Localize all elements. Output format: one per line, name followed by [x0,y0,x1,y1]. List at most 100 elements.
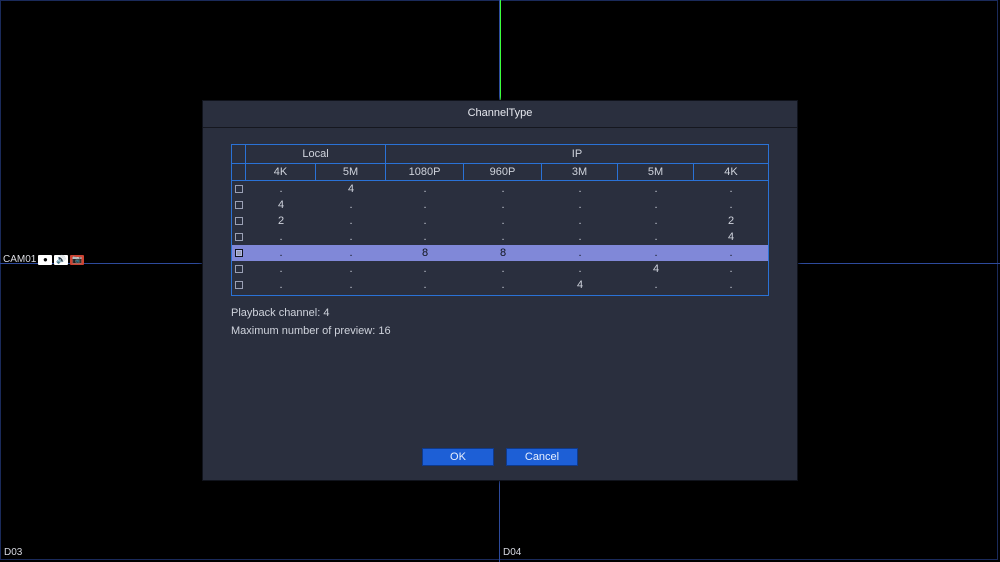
table-column-header: 4K 5M 1080P 960P 3M 5M 4K [232,163,768,181]
max-preview-info: Maximum number of preview: 16 [231,322,769,340]
table-cell: . [542,247,618,259]
table-cell: . [386,215,464,227]
col-header: 5M [316,164,386,180]
row-checkbox-cell[interactable] [232,281,246,289]
table-cell: . [618,199,694,211]
table-cell: 8 [464,247,542,259]
table-cell: 4 [694,231,768,243]
row-checkbox[interactable] [235,281,243,289]
channel-label-d04: D04 [503,547,521,558]
table-cell: . [464,263,542,275]
table-cell: . [464,215,542,227]
dialog-separator [203,127,797,128]
row-checkbox[interactable] [235,265,243,273]
table-row[interactable]: ......4 [232,229,768,245]
record-icon: ● [38,255,52,265]
col-header: 5M [618,164,694,180]
table-cell: . [542,231,618,243]
table-cell: . [386,183,464,195]
info-section: Playback channel: 4 Maximum number of pr… [231,304,769,340]
row-checkbox[interactable] [235,233,243,241]
row-checkbox[interactable] [235,249,243,257]
snapshot-icon: 📷 [70,255,84,265]
table-cell: 8 [386,247,464,259]
table-cell: . [246,263,316,275]
cancel-button[interactable]: Cancel [506,448,578,466]
camera-name: CAM01 [3,254,36,265]
table-cell: . [618,279,694,291]
table-cell: . [542,199,618,211]
table-cell: . [542,183,618,195]
camera-label: CAM01 ● 🔊 📷 [3,254,84,265]
checkbox-column-spacer [232,164,246,180]
dialog-title: ChannelType [203,101,797,127]
table-cell: . [246,279,316,291]
table-cell: 4 [542,279,618,291]
row-checkbox-cell[interactable] [232,265,246,273]
table-row[interactable]: .....4. [232,261,768,277]
row-checkbox[interactable] [235,185,243,193]
table-cell: . [618,183,694,195]
table-cell: . [386,263,464,275]
table-cell: . [316,263,386,275]
row-checkbox-cell[interactable] [232,185,246,193]
table-cell: . [316,215,386,227]
table-cell: 4 [246,199,316,211]
row-checkbox-cell[interactable] [232,201,246,209]
dialog-body: Local IP 4K 5M 1080P 960P 3M 5M 4K .4...… [203,144,797,438]
playback-channel-info: Playback channel: 4 [231,304,769,322]
group-header-local: Local [246,145,386,163]
table-cell: . [316,279,386,291]
table-cell: 4 [316,183,386,195]
table-cell: 2 [246,215,316,227]
checkbox-column-spacer [232,145,246,163]
col-header: 960P [464,164,542,180]
table-cell: . [694,183,768,195]
table-cell: . [542,215,618,227]
channel-label-d03: D03 [4,547,22,558]
table-cell: . [694,199,768,211]
table-cell: . [694,263,768,275]
col-header: 4K [246,164,316,180]
table-cell: . [618,215,694,227]
col-header: 4K [694,164,768,180]
table-cell: . [464,231,542,243]
table-cell: . [246,231,316,243]
channel-type-table: Local IP 4K 5M 1080P 960P 3M 5M 4K .4...… [231,144,769,296]
row-checkbox[interactable] [235,201,243,209]
table-cell: . [386,231,464,243]
table-row[interactable]: 2.....2 [232,213,768,229]
table-group-header: Local IP [232,145,768,163]
table-cell: . [618,231,694,243]
table-row[interactable]: ..88... [232,245,768,261]
table-cell: 4 [618,263,694,275]
table-row[interactable]: 4...... [232,197,768,213]
table-cell: 2 [694,215,768,227]
table-row[interactable]: ....4.. [232,277,768,293]
col-header: 1080P [386,164,464,180]
table-cell: . [386,199,464,211]
audio-icon: 🔊 [54,255,68,265]
dialog-footer: OK Cancel [203,438,797,480]
table-cell: . [464,199,542,211]
row-checkbox-cell[interactable] [232,217,246,225]
table-cell: . [316,231,386,243]
group-header-ip: IP [386,145,768,163]
ok-button[interactable]: OK [422,448,494,466]
table-cell: . [316,247,386,259]
table-cell: . [386,279,464,291]
table-body: .4.....4......2.....2......4..88........… [232,181,768,295]
table-cell: . [618,247,694,259]
table-cell: . [694,279,768,291]
table-cell: . [246,183,316,195]
row-checkbox-cell[interactable] [232,249,246,257]
table-cell: . [246,247,316,259]
row-checkbox[interactable] [235,217,243,225]
table-cell: . [316,199,386,211]
table-row[interactable]: .4..... [232,181,768,197]
row-checkbox-cell[interactable] [232,233,246,241]
table-cell: . [464,279,542,291]
table-cell: . [464,183,542,195]
col-header: 3M [542,164,618,180]
table-cell: . [542,263,618,275]
